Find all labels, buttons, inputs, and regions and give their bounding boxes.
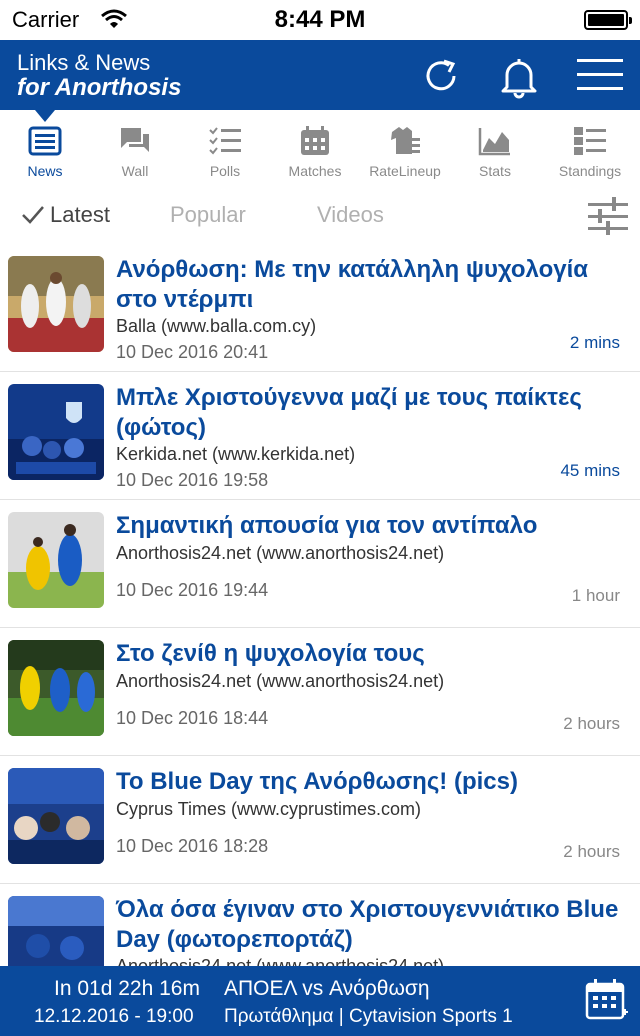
news-title[interactable]: Το Blue Day της Ανόρθωσης! (pics): [116, 767, 631, 797]
news-icon: [28, 126, 62, 156]
news-list: Ανόρθωση: Με την κατάλληλη ψυχολογία στο…: [0, 244, 640, 1012]
news-item[interactable]: Στο ζενίθ η ψυχολογία τους Anorthosis24.…: [0, 628, 640, 756]
filter-popular[interactable]: Popular: [170, 202, 246, 228]
news-time-ago: 1 hour: [571, 586, 620, 605]
match-details: Πρωτάθλημα | Cytavision Sports 1: [224, 1006, 513, 1027]
news-source: Cyprus Times (www.cyprustimes.com): [116, 799, 422, 819]
news-time-ago: 2 hours: [563, 714, 620, 733]
news-title[interactable]: Στο ζενίθ η ψυχολογία τους: [116, 639, 631, 669]
bell-icon[interactable]: [499, 55, 539, 99]
tab-standings[interactable]: Standings: [545, 110, 635, 188]
news-thumbnail: [8, 640, 104, 736]
tab-standings-label: Standings: [558, 163, 622, 179]
tab-ratelineup[interactable]: RateLineup: [360, 110, 450, 188]
news-time-ago: 45 mins: [560, 461, 620, 480]
news-date: 10 Dec 2016 18:28: [116, 836, 269, 856]
menu-icon[interactable]: [577, 57, 623, 93]
tab-ratelineup-label: RateLineup: [369, 163, 441, 179]
active-tab-pointer: [35, 110, 55, 122]
add-calendar-icon[interactable]: [585, 978, 629, 1022]
news-item[interactable]: Ανόρθωση: Με την κατάλληλη ψυχολογία στο…: [0, 244, 640, 372]
clock: 8:44 PM: [274, 6, 366, 33]
news-source: Balla (www.balla.com.cy): [116, 316, 317, 336]
filter-videos[interactable]: Videos: [317, 202, 384, 228]
tab-wall[interactable]: Wall: [90, 110, 180, 188]
news-time-ago: 2 hours: [563, 842, 620, 861]
news-item[interactable]: Το Blue Day της Ανόρθωσης! (pics) Cyprus…: [0, 756, 640, 884]
app-header: Links & News for Anorthosis: [0, 40, 640, 110]
news-source: Anorthosis24.net (www.anorthosis24.net): [116, 671, 445, 691]
chat-icon: [121, 128, 149, 152]
news-title[interactable]: Μπλε Χριστούγεννα μαζί με τους παίκτες (…: [116, 383, 631, 443]
news-thumbnail: [8, 384, 104, 480]
chart-icon: [478, 128, 510, 156]
next-match-banner[interactable]: In 01d 22h 16m ΑΠΟΕΛ vs Ανόρθωση 12.12.2…: [0, 966, 640, 1036]
ranking-icon: [574, 127, 606, 155]
news-source: Kerkida.net (www.kerkida.net): [116, 444, 356, 464]
checkmark-icon: [22, 206, 44, 224]
tab-stats-label: Stats: [479, 163, 511, 179]
tab-wall-label: Wall: [121, 163, 149, 179]
battery-icon: [584, 10, 632, 30]
news-thumbnail: [8, 512, 104, 608]
news-date: 10 Dec 2016 19:58: [116, 470, 269, 490]
match-datetime: 12.12.2016 - 19:00: [34, 1006, 194, 1027]
app-title-line1: Links & News: [17, 50, 151, 75]
calendar-icon: [301, 126, 329, 155]
jersey-icon: [391, 127, 420, 154]
section-tab-bar: News Wall Polls Matches RateLineup Stats…: [0, 110, 640, 189]
news-time-ago: 2 mins: [569, 333, 620, 352]
tab-matches[interactable]: Matches: [270, 110, 360, 188]
checklist-icon: [209, 127, 241, 155]
app-title-line2: for Anorthosis: [17, 74, 182, 101]
news-item[interactable]: Σημαντική απουσία για τον αντίπαλο Anort…: [0, 500, 640, 628]
news-title[interactable]: Σημαντική απουσία για τον αντίπαλο: [116, 511, 631, 541]
tab-polls[interactable]: Polls: [180, 110, 270, 188]
tab-polls-label: Polls: [209, 163, 241, 179]
news-filter-bar: Latest Popular Videos: [0, 188, 640, 244]
news-thumbnail: [8, 768, 104, 864]
news-title[interactable]: Όλα όσα έγιναν στο Χριστουγεννιάτικο Blu…: [116, 895, 631, 955]
tab-news-label: News: [27, 163, 63, 179]
match-countdown: In 01d 22h 16m: [54, 977, 200, 1000]
news-thumbnail: [8, 256, 104, 352]
filter-latest[interactable]: Latest: [50, 202, 110, 228]
news-title[interactable]: Ανόρθωση: Με την κατάλληλη ψυχολογία στο…: [116, 255, 631, 315]
tab-matches-label: Matches: [288, 163, 342, 179]
news-item[interactable]: Μπλε Χριστούγεννα μαζί με τους παίκτες (…: [0, 372, 640, 500]
refresh-icon[interactable]: [420, 55, 462, 97]
news-source: Anorthosis24.net (www.anorthosis24.net): [116, 543, 445, 563]
news-date: 10 Dec 2016 19:44: [116, 580, 269, 600]
sliders-icon[interactable]: [588, 197, 628, 235]
status-bar: Carrier 8:44 PM: [0, 0, 640, 40]
tab-stats[interactable]: Stats: [450, 110, 540, 188]
news-date: 10 Dec 2016 18:44: [116, 708, 269, 728]
match-teams: ΑΠΟΕΛ vs Ανόρθωση: [224, 977, 430, 1000]
news-date: 10 Dec 2016 20:41: [116, 342, 269, 362]
